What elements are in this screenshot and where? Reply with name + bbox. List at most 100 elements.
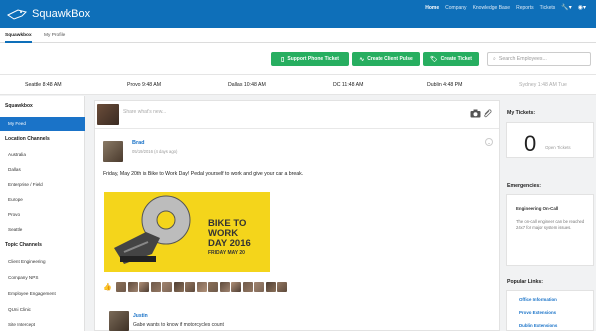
emergencies-card: Engineering On-Call The on-call engineer…	[506, 194, 594, 266]
search-icon: ⌕	[493, 55, 496, 62]
support-phone-ticket-button[interactable]: ▯ Support Phone Ticket	[271, 52, 349, 66]
clock-dallas: Dallas 10:48 AM	[228, 82, 266, 88]
clock-provo: Provo 9:48 AM	[127, 82, 162, 88]
sidebar-item-seattle[interactable]: Seattle	[0, 223, 85, 237]
sidebar-heading-topic: Topic Channels	[5, 242, 42, 248]
thumbs-up-icon[interactable]: 👍	[103, 283, 112, 291]
comment-author[interactable]: Justin	[133, 313, 148, 319]
engineering-on-call-title: Engineering On-Call	[516, 206, 559, 211]
post-author[interactable]: Brad	[132, 140, 145, 146]
world-clock-bar: Seattle 8:48 AM Provo 9:48 AM Dallas 10:…	[0, 74, 596, 95]
top-nav: Home Company Knowledge Base Reports Tick…	[425, 4, 586, 12]
sidebar-item-company-nps[interactable]: Company NPS	[0, 271, 85, 285]
composer-input[interactable]: Share what's new...	[123, 109, 166, 115]
liker-avatar[interactable]	[231, 281, 242, 292]
comment-text: Gabe wants to know if motorcycles count	[133, 322, 224, 328]
liker-avatar[interactable]	[265, 281, 276, 292]
create-client-pulse-button[interactable]: ∿ Create Client Pulse	[352, 52, 420, 66]
right-panel: My Tickets: 0 Open Tickets Emergencies: …	[502, 100, 596, 331]
clock-dublin: Dublin 4:48 PM	[427, 82, 463, 88]
wrench-icon[interactable]: 🔧▾	[561, 4, 571, 11]
create-ticket-button[interactable]: 🏷 Create Ticket	[423, 52, 479, 66]
link-provo-extensions[interactable]: Provo Extensions	[519, 310, 556, 315]
engineering-on-call-text: The on-call engineer can be reached 24x7…	[516, 219, 585, 230]
phone-icon: ▯	[281, 56, 285, 63]
liker-avatar[interactable]	[116, 281, 127, 292]
sidebar-heading-squawkbox: Squawkbox	[5, 103, 33, 109]
liker-avatar[interactable]	[150, 281, 161, 292]
post-composer: Share what's new...	[95, 101, 499, 129]
post-date: 05/19/2016 (4 days ago)	[132, 149, 178, 154]
sidebar-item-dallas[interactable]: Dallas	[0, 163, 85, 177]
comment-author-avatar[interactable]	[109, 311, 129, 331]
link-dublin-extensions[interactable]: Dublin Extensions	[519, 323, 557, 328]
camera-icon[interactable]	[470, 109, 481, 118]
post-text: Friday, May 20th is Bike to Work Day! Pe…	[103, 171, 304, 177]
sidebar-item-provo[interactable]: Provo	[0, 208, 85, 222]
sidebar-item-europe[interactable]: Europe	[0, 193, 85, 207]
sidebar-item-australia[interactable]: Australia	[0, 148, 85, 162]
top-navbar: SquawkBox Home Company Knowledge Base Re…	[0, 0, 596, 28]
liker-avatar[interactable]	[196, 281, 207, 292]
liker-avatar[interactable]	[127, 281, 138, 292]
bike-to-work-banner[interactable]: BIKE TO WORK DAY 2016 FRIDAY MAY 20	[104, 192, 270, 272]
sidebar-item-quni-clinic[interactable]: QUni Clinic	[0, 303, 85, 317]
chevron-down-icon[interactable]: ⌄	[485, 138, 493, 146]
nav-company[interactable]: Company	[445, 5, 466, 11]
sidebar-item-employee-engagement[interactable]: Employee Engagement	[0, 287, 85, 301]
sidebar-item-site-intercept[interactable]: Site Intercept	[0, 318, 85, 331]
clock-sydney: Sydney 1:48 AM Tue	[519, 82, 567, 88]
sub-tabs: Squawkbox My Profile	[0, 28, 596, 43]
clock-seattle: Seattle 8:48 AM	[25, 82, 62, 88]
feed: Share what's new... Brad 05/19/2016 (4 d…	[94, 100, 500, 331]
sidebar-item-enterprise-field[interactable]: Enterprise / Field	[0, 178, 85, 192]
emergencies-heading: Emergencies:	[507, 183, 542, 189]
my-tickets-card[interactable]: 0 Open Tickets	[506, 122, 594, 158]
liker-avatar[interactable]	[185, 281, 196, 292]
clock-dc: DC 11:48 AM	[333, 82, 364, 88]
nav-home[interactable]: Home	[425, 5, 439, 11]
brand[interactable]: SquawkBox	[6, 5, 90, 23]
squawkbox-logo-icon	[7, 9, 27, 20]
banner-line-3: DAY 2016	[208, 238, 251, 249]
create-ticket-label: Create Ticket	[440, 56, 472, 62]
post-author-avatar[interactable]	[103, 141, 123, 162]
create-client-pulse-label: Create Client Pulse	[367, 56, 413, 62]
liker-avatar[interactable]	[173, 281, 184, 292]
nav-knowledge-base[interactable]: Knowledge Base	[473, 5, 511, 11]
liker-avatar[interactable]	[254, 281, 265, 292]
sidebar: Squawkbox My Feed Location Channels Aust…	[0, 96, 85, 331]
sidebar-heading-location: Location Channels	[5, 136, 50, 142]
link-office-information[interactable]: Office Information	[519, 297, 557, 302]
action-bar: ▯ Support Phone Ticket ∿ Create Client P…	[0, 43, 596, 74]
liker-avatar[interactable]	[277, 281, 288, 292]
popular-links-heading: Popular Links:	[507, 279, 544, 285]
likes-row: 👍	[103, 281, 288, 292]
bike-gear-illustration-icon	[114, 195, 191, 264]
liker-avatar[interactable]	[208, 281, 219, 292]
support-phone-ticket-label: Support Phone Ticket	[287, 56, 339, 62]
nav-reports[interactable]: Reports	[516, 5, 534, 11]
paperclip-icon[interactable]	[483, 108, 492, 119]
ticket-icon: 🏷	[430, 56, 438, 63]
tab-squawkbox[interactable]: Squawkbox	[5, 28, 32, 43]
nav-tickets[interactable]: Tickets	[540, 5, 556, 11]
liker-avatar[interactable]	[219, 281, 230, 292]
liker-avatar[interactable]	[242, 281, 253, 292]
sidebar-item-client-engineering[interactable]: Client Engineering	[0, 255, 85, 269]
banner-line-4: FRIDAY MAY 20	[208, 250, 245, 256]
my-tickets-heading: My Tickets:	[507, 110, 536, 116]
app-name: SquawkBox	[32, 8, 91, 20]
tab-my-profile[interactable]: My Profile	[44, 28, 65, 43]
avatar	[97, 104, 119, 125]
search-placeholder: Search Employees...	[498, 56, 547, 62]
open-tickets-label: Open Tickets	[545, 145, 571, 150]
ticket-count: 0	[524, 131, 537, 156]
popular-links-card: Office Information Provo Extensions Dubl…	[506, 290, 594, 331]
search-employees-input[interactable]: ⌕ Search Employees...	[487, 52, 591, 66]
liker-avatar[interactable]	[139, 281, 150, 292]
sidebar-item-my-feed[interactable]: My Feed	[0, 117, 85, 131]
pulse-icon: ∿	[359, 56, 365, 63]
liker-avatar[interactable]	[162, 281, 173, 292]
user-icon[interactable]: ◉▾	[578, 4, 586, 11]
